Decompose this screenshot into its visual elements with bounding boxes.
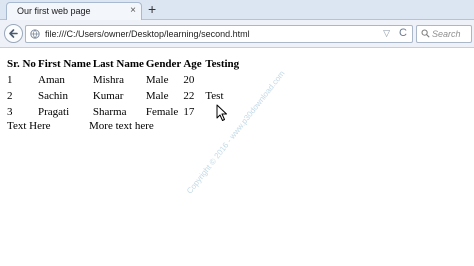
header-gender: Gender: [145, 58, 182, 70]
tab-our-first-web-page[interactable]: Our first web page ×: [6, 2, 142, 20]
reload-icon[interactable]: C: [399, 27, 407, 39]
navigation-bar: file:///C:/Users/owner/Desktop/learning/…: [0, 20, 474, 48]
cell-age: 20: [183, 74, 195, 86]
table-header-row: Sr. No First Name Last Name Gender Age T…: [7, 56, 241, 72]
cell-last-name: Kumar: [92, 90, 124, 102]
cell-sr-no: 3: [7, 106, 13, 118]
cell-last-name: Sharma: [92, 106, 127, 118]
page-content: Sr. No First Name Last Name Gender Age T…: [0, 48, 474, 266]
tab-title: Our first web page: [17, 6, 91, 16]
cell-sr-no: 2: [7, 90, 13, 102]
text-here: Text Here: [7, 120, 51, 132]
cell-age: 17: [183, 106, 195, 118]
mouse-cursor-icon: [216, 104, 227, 121]
back-arrow-icon: [9, 29, 18, 38]
url-dropdown-icon[interactable]: ▽: [383, 28, 390, 39]
close-icon[interactable]: ×: [130, 5, 136, 17]
cell-first-name: Sachin: [38, 90, 68, 102]
cell-age: 22: [183, 90, 195, 102]
page-icon: [30, 29, 40, 39]
cell-last-name: Mishra: [92, 74, 125, 86]
header-testing: Testing: [205, 58, 240, 70]
url-text: file:///C:/Users/owner/Desktop/learning/…: [45, 29, 250, 39]
search-icon: [421, 29, 430, 38]
new-tab-button[interactable]: +: [148, 2, 156, 16]
tab-strip: Our first web page × +: [0, 0, 474, 20]
cell-sr-no: 1: [7, 74, 13, 86]
more-text-here: More text here: [89, 120, 154, 132]
header-age: Age: [183, 58, 202, 70]
cell-first-name: Pragati: [38, 106, 70, 118]
cell-gender: Male: [145, 74, 169, 86]
header-last-name: Last Name: [92, 58, 144, 70]
header-sr-no: Sr. No: [7, 58, 36, 70]
search-placeholder: Search: [432, 29, 461, 39]
cell-first-name: Aman: [38, 74, 65, 86]
people-table: Sr. No First Name Last Name Gender Age T…: [7, 56, 241, 120]
cell-gender: Female: [145, 106, 179, 118]
table-row: 1 Aman Mishra Male 20 Test: [7, 72, 241, 102]
back-button[interactable]: [4, 24, 23, 43]
cell-gender: Male: [145, 90, 169, 102]
url-bar[interactable]: file:///C:/Users/owner/Desktop/learning/…: [25, 25, 413, 43]
search-box[interactable]: Search: [416, 25, 472, 43]
header-first-name: First Name: [38, 58, 91, 70]
